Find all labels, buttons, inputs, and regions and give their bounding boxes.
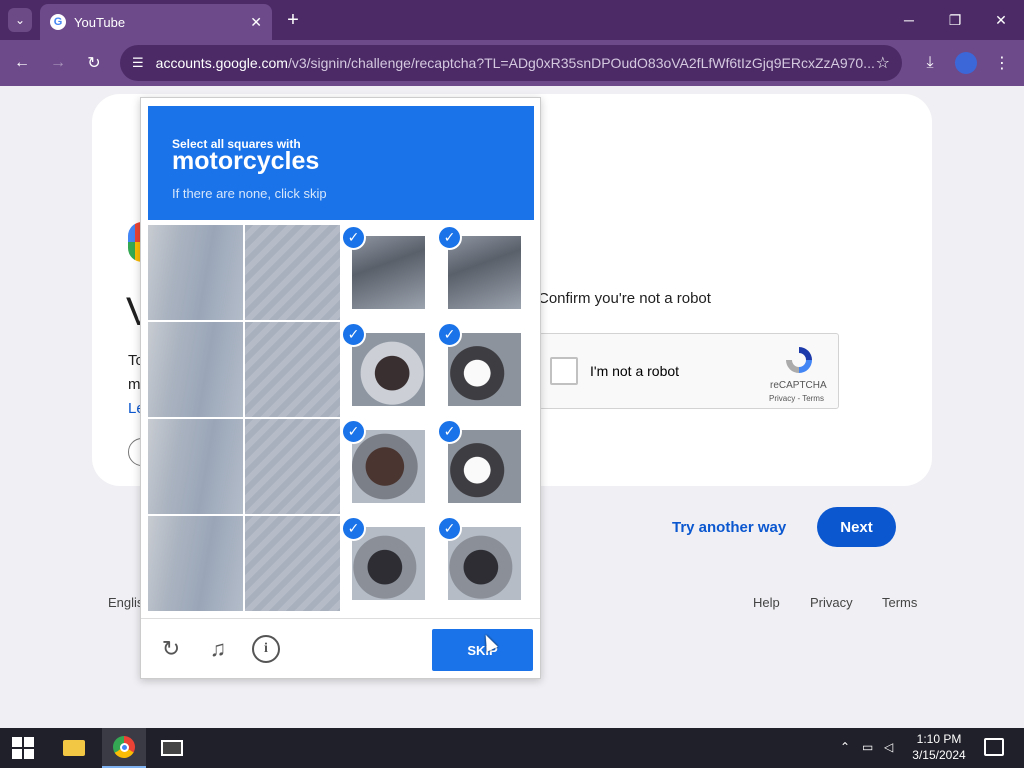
google-favicon-icon: G xyxy=(50,14,66,30)
check-icon: ✓ xyxy=(437,322,462,347)
not-robot-label: I'm not a robot xyxy=(590,363,680,379)
next-button[interactable]: Next xyxy=(817,507,896,547)
confirm-robot-text: Confirm you're not a robot xyxy=(538,290,711,307)
check-icon: ✓ xyxy=(341,516,366,541)
captcha-tile[interactable] xyxy=(245,225,340,320)
url-text: accounts.google.com/v3/signin/challenge/… xyxy=(155,55,875,71)
privacy-link[interactable]: Privacy xyxy=(810,595,853,610)
system-clock[interactable]: 1:10 PM 3/15/2024 xyxy=(900,731,978,763)
close-tab-icon[interactable]: ✕ xyxy=(250,14,262,31)
tray-chevron-icon[interactable]: ⌃ xyxy=(840,740,850,754)
new-tab-icon[interactable]: + xyxy=(282,8,304,32)
address-bar[interactable]: ☰ accounts.google.com/v3/signin/challeng… xyxy=(120,45,902,81)
notifications-icon[interactable] xyxy=(984,738,1004,756)
check-icon: ✓ xyxy=(437,516,462,541)
captcha-tile[interactable] xyxy=(148,419,243,514)
captcha-tile[interactable]: ✓ xyxy=(437,225,532,320)
captcha-tile[interactable]: ✓ xyxy=(341,516,436,611)
site-info-icon[interactable]: ☰ xyxy=(132,55,144,71)
check-icon: ✓ xyxy=(341,225,366,250)
volume-icon[interactable]: ◁ xyxy=(884,740,893,754)
check-icon: ✓ xyxy=(437,225,462,250)
check-icon: ✓ xyxy=(341,322,366,347)
recaptcha-name: reCAPTCHA xyxy=(770,380,827,391)
profile-avatar[interactable] xyxy=(955,52,977,74)
description-line-2: m xyxy=(128,376,141,393)
back-icon[interactable]: ← xyxy=(10,51,34,75)
chrome-taskbar-icon[interactable] xyxy=(102,728,146,768)
captcha-header: Select all squares with motorcycles If t… xyxy=(148,106,534,220)
captcha-tile[interactable] xyxy=(245,419,340,514)
info-icon[interactable]: i xyxy=(252,635,280,663)
try-another-way-button[interactable]: Try another way xyxy=(664,510,794,544)
captcha-footer: ↻ ♫ i SKIP xyxy=(141,618,540,678)
captcha-hint: If there are none, click skip xyxy=(172,186,327,201)
minimize-icon[interactable]: ─ xyxy=(894,6,924,34)
windows-start-icon[interactable] xyxy=(12,737,34,759)
captcha-tile[interactable] xyxy=(148,322,243,417)
not-robot-checkbox[interactable] xyxy=(550,357,578,385)
check-icon: ✓ xyxy=(341,419,366,444)
reload-icon[interactable]: ↻ xyxy=(82,51,106,75)
terms-link[interactable]: Terms xyxy=(882,595,917,610)
captcha-tile[interactable] xyxy=(245,516,340,611)
taskbar: ⌃ ▭ ◁ 1:10 PM 3/15/2024 xyxy=(0,728,1024,768)
clock-date: 3/15/2024 xyxy=(912,748,966,762)
download-icon[interactable]: ⤓ xyxy=(918,51,942,75)
help-link[interactable]: Help xyxy=(753,595,780,610)
forward-icon: → xyxy=(50,54,66,71)
captcha-tile[interactable]: ✓ xyxy=(341,419,436,514)
media-app-icon[interactable] xyxy=(150,728,194,768)
tab-search-icon[interactable]: ⌄ xyxy=(8,8,32,32)
captcha-tile[interactable]: ✓ xyxy=(341,322,436,417)
menu-icon[interactable]: ⋮ xyxy=(990,51,1014,75)
refresh-icon[interactable]: ↻ xyxy=(157,635,185,663)
browser-toolbar: ← → ↻ ☰ accounts.google.com/v3/signin/ch… xyxy=(0,40,1024,86)
captcha-tile[interactable] xyxy=(245,322,340,417)
restore-icon[interactable]: ❐ xyxy=(940,6,970,34)
tab-title: YouTube xyxy=(74,14,126,30)
captcha-target: motorcycles xyxy=(172,147,320,175)
recaptcha-privacy-terms[interactable]: Privacy - Terms xyxy=(769,394,824,403)
audio-challenge-icon[interactable]: ♫ xyxy=(204,635,232,663)
close-window-icon[interactable]: ✕ xyxy=(986,6,1016,34)
file-explorer-icon[interactable] xyxy=(52,728,96,768)
captcha-tile[interactable]: ✓ xyxy=(437,322,532,417)
bookmark-star-icon[interactable]: ☆ xyxy=(876,53,890,73)
captcha-tile[interactable] xyxy=(148,516,243,611)
tab-strip: ⌄ G YouTube ✕ + ─ ❐ ✕ xyxy=(0,0,1024,40)
clock-time: 1:10 PM xyxy=(916,732,962,746)
captcha-tile[interactable]: ✓ xyxy=(437,419,532,514)
recaptcha-logo-icon xyxy=(786,347,812,373)
captcha-challenge: Select all squares with motorcycles If t… xyxy=(140,97,541,679)
recaptcha-widget: I'm not a robot reCAPTCHA Privacy - Term… xyxy=(539,333,839,409)
captcha-tile[interactable]: ✓ xyxy=(341,225,436,320)
check-icon: ✓ xyxy=(437,419,462,444)
captcha-tile[interactable] xyxy=(148,225,243,320)
captcha-tile[interactable]: ✓ xyxy=(437,516,532,611)
tab-youtube[interactable]: G YouTube ✕ xyxy=(40,4,272,40)
network-icon[interactable]: ▭ xyxy=(862,740,873,754)
language-selector[interactable]: Englis xyxy=(108,595,143,610)
